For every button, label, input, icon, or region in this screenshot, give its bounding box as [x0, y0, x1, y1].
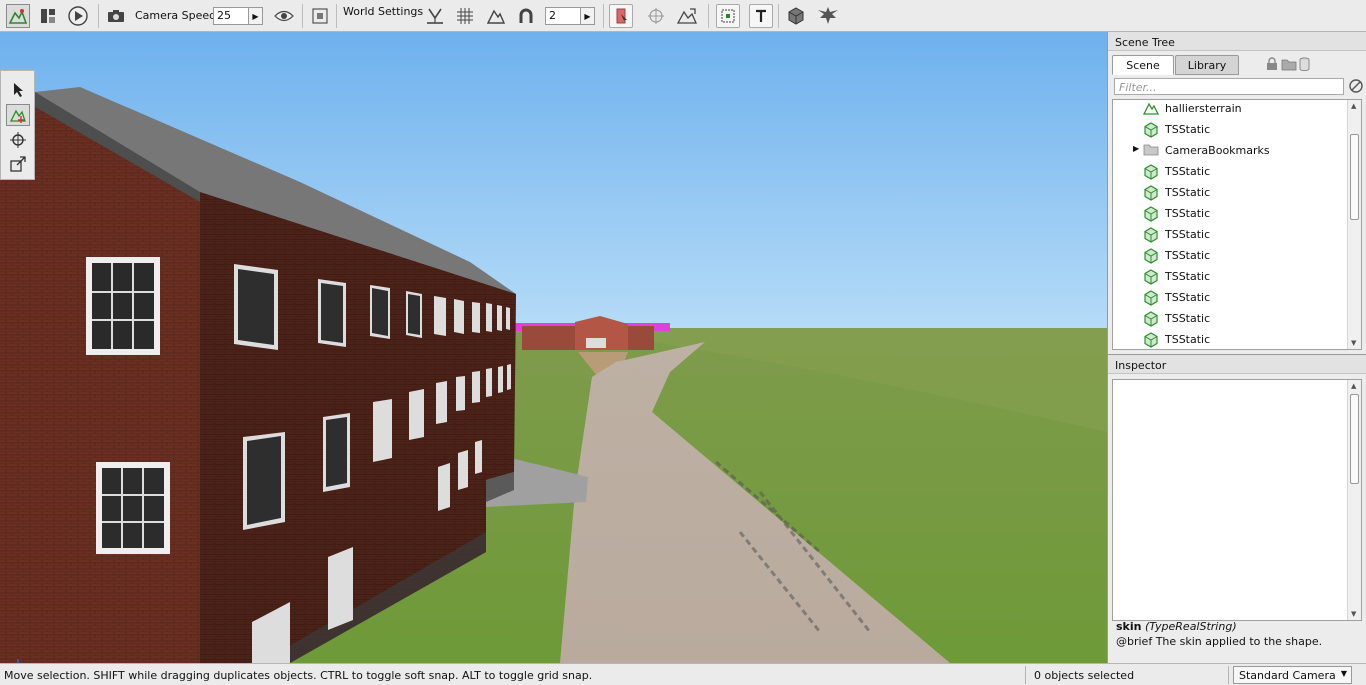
scene-tree-title: Scene Tree — [1108, 32, 1366, 51]
gui-editor-icon[interactable] — [36, 4, 60, 28]
static-shape-icon — [1143, 122, 1159, 141]
camera-mode-select[interactable]: Standard Camera ▼ — [1233, 666, 1352, 684]
static-shape-icon — [1143, 164, 1159, 183]
tree-item-label: TSStatic — [1165, 249, 1211, 262]
camera-speed-input[interactable]: 25 — [213, 7, 249, 25]
chevron-down-icon: ▼ — [1340, 669, 1347, 678]
scene-filter-input[interactable]: Filter... — [1114, 78, 1344, 95]
inspector-title: Inspector — [1108, 355, 1366, 374]
select-arrow-icon[interactable] — [6, 79, 30, 101]
world-editor-icon[interactable] — [6, 4, 30, 28]
object-box-icon[interactable] — [716, 4, 740, 28]
field-help: skin (TypeRealString) @brief The skin ap… — [1116, 620, 1361, 648]
camera-speed-spin-button[interactable]: ▶ — [249, 7, 263, 25]
lock-icon[interactable] — [1266, 57, 1278, 74]
world-settings-label[interactable]: World Settings — [343, 5, 423, 18]
scene-tree-list[interactable]: halliersterrain TSStatic ▶ CameraBookmarks T… — [1112, 99, 1362, 350]
field-description: @brief The skin applied to the shape. — [1116, 635, 1323, 648]
delete-bin-icon[interactable] — [1299, 57, 1310, 74]
tree-item[interactable]: TSStatic — [1113, 266, 1347, 287]
snap-to-ground-icon[interactable] — [423, 4, 447, 28]
magnet-snap-icon[interactable] — [514, 4, 538, 28]
field-type: (TypeRealString) — [1144, 620, 1237, 633]
terrain-icon — [1142, 101, 1160, 118]
select-object-icon[interactable] — [609, 4, 633, 28]
visibility-eye-icon[interactable] — [272, 4, 296, 28]
inspector-scroll-thumb[interactable] — [1350, 394, 1359, 484]
inspector-fields-area[interactable]: ▲ ▼ — [1112, 379, 1362, 621]
tree-item[interactable]: TSStatic — [1113, 119, 1347, 140]
static-shape-icon — [1143, 227, 1159, 246]
tree-item-label: TSStatic — [1165, 333, 1211, 346]
camera-icon[interactable] — [104, 4, 128, 28]
tree-item-label: TSStatic — [1165, 270, 1211, 283]
tree-item[interactable]: TSStatic — [1113, 308, 1347, 329]
tree-item[interactable]: halliersterrain — [1113, 100, 1347, 119]
new-folder-icon[interactable] — [1281, 58, 1297, 74]
folder-icon — [1143, 143, 1159, 159]
tree-item[interactable]: TSStatic — [1113, 203, 1347, 224]
grid-snap-icon[interactable] — [453, 4, 477, 28]
static-shape-icon — [1143, 269, 1159, 288]
object-text-icon[interactable] — [749, 4, 773, 28]
static-shape-icon — [1143, 185, 1159, 204]
expand-arrow-icon[interactable]: ▶ — [1133, 144, 1139, 153]
scene-tree-panel: Scene Tree Scene Library Filter... halli… — [1107, 32, 1366, 354]
camera-mode-value: Standard Camera — [1239, 669, 1336, 682]
tree-item-label: halliersterrain — [1165, 102, 1242, 115]
explode-icon[interactable] — [816, 4, 840, 28]
tab-library[interactable]: Library — [1175, 55, 1239, 75]
static-shape-icon — [1143, 311, 1159, 330]
scale-tool-icon[interactable] — [6, 153, 30, 175]
fit-view-icon[interactable] — [308, 4, 332, 28]
static-shape-icon — [1143, 248, 1159, 267]
scene-tree-scroll-thumb[interactable] — [1350, 134, 1359, 220]
snap-size-spin-button[interactable]: ▶ — [581, 7, 595, 25]
play-game-icon[interactable] — [66, 4, 90, 28]
tree-item-label: TSStatic — [1165, 291, 1211, 304]
static-shape-icon — [1143, 332, 1159, 349]
inspector-scrollbar[interactable]: ▲ ▼ — [1347, 380, 1361, 620]
tree-item[interactable]: TSStatic — [1113, 161, 1347, 182]
tree-item-label: CameraBookmarks — [1165, 144, 1270, 157]
field-name: skin — [1116, 620, 1142, 633]
tab-scene[interactable]: Scene — [1112, 55, 1174, 75]
static-shape-icon — [1143, 290, 1159, 309]
scene-viewport[interactable] — [0, 32, 1107, 663]
static-shape-icon — [1143, 206, 1159, 225]
scene-tree-scrollbar[interactable]: ▲ ▼ — [1347, 100, 1361, 349]
snap-size-input[interactable]: 2 — [545, 7, 581, 25]
tree-item-label: TSStatic — [1165, 207, 1211, 220]
tree-item-label: TSStatic — [1165, 186, 1211, 199]
tree-item[interactable]: TSStatic — [1113, 182, 1347, 203]
rotate-tool-icon[interactable] — [6, 129, 30, 151]
objects-shapes-icon[interactable] — [784, 4, 808, 28]
tree-item-label: TSStatic — [1165, 228, 1211, 241]
tree-item[interactable]: ▶ CameraBookmarks — [1113, 140, 1347, 161]
selection-count: 0 objects selected — [1034, 669, 1135, 682]
world-transform-icon[interactable] — [675, 4, 699, 28]
scene-render — [0, 32, 1107, 663]
status-hint: Move selection. SHIFT while dragging dup… — [4, 669, 593, 682]
terrain-snap-icon[interactable] — [484, 4, 508, 28]
camera-speed-label: Camera Speed — [135, 9, 217, 22]
inspector-panel: Inspector ▲ ▼ skin (TypeRealString) @bri… — [1107, 354, 1366, 663]
tool-palette — [0, 70, 35, 180]
object-center-icon[interactable] — [644, 4, 668, 28]
tree-item[interactable]: TSStatic — [1113, 224, 1347, 245]
tree-item[interactable]: TSStatic — [1113, 329, 1347, 349]
tree-item[interactable]: TSStatic — [1113, 245, 1347, 266]
tree-item[interactable]: TSStatic — [1113, 287, 1347, 308]
tree-item-label: TSStatic — [1165, 312, 1211, 325]
tree-item-label: TSStatic — [1165, 123, 1211, 136]
tree-item-label: TSStatic — [1165, 165, 1211, 178]
status-bar: Move selection. SHIFT while dragging dup… — [0, 663, 1366, 685]
clear-filter-icon[interactable] — [1348, 78, 1364, 97]
main-toolbar: Camera Speed 25 ▶ World Settings 2 ▶ — [0, 0, 1366, 32]
move-tool-icon[interactable] — [6, 104, 30, 126]
